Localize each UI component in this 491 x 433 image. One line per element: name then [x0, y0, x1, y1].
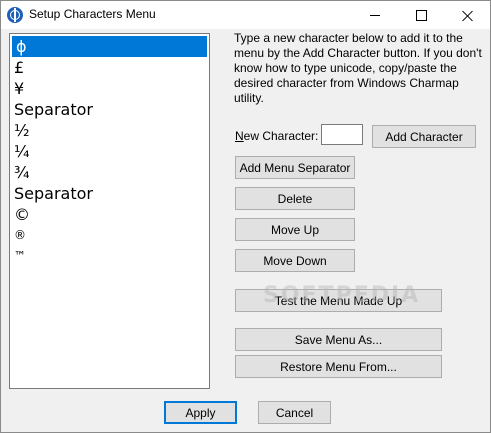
restore-menu-button[interactable]: Restore Menu From...	[235, 355, 442, 378]
list-item[interactable]: ¥	[10, 78, 209, 99]
new-character-label: New Character:	[235, 129, 318, 143]
characters-listbox[interactable]: ϕ £ ¥ Separator ½ ¼ ¾ Separator © ® ™	[9, 33, 210, 389]
list-item[interactable]: Separator	[10, 99, 209, 120]
new-character-label-mnemonic: N	[235, 129, 244, 143]
list-item[interactable]: ®	[10, 225, 209, 246]
list-item[interactable]: ¾	[10, 162, 209, 183]
move-up-button[interactable]: Move Up	[235, 218, 355, 241]
list-item[interactable]: ½	[10, 120, 209, 141]
new-character-input[interactable]	[321, 124, 363, 145]
app-phi-icon	[7, 7, 23, 23]
apply-button[interactable]: Apply	[164, 401, 237, 424]
new-character-label-rest: ew Character:	[243, 129, 319, 143]
move-down-button[interactable]: Move Down	[235, 249, 355, 272]
maximize-button[interactable]	[398, 1, 444, 29]
minimize-button[interactable]	[352, 1, 398, 29]
list-item[interactable]: ©	[10, 204, 209, 225]
minimize-icon	[370, 14, 380, 16]
save-menu-button[interactable]: Save Menu As...	[235, 328, 442, 351]
list-item[interactable]: ¼	[10, 141, 209, 162]
test-menu-button[interactable]: Test the Menu Made Up	[235, 289, 442, 312]
add-character-button[interactable]: Add Character	[372, 125, 476, 148]
list-item[interactable]: ϕ	[12, 36, 207, 57]
delete-button[interactable]: Delete	[235, 187, 355, 210]
maximize-icon	[415, 9, 427, 21]
window-title: Setup Characters Menu	[29, 7, 156, 21]
cancel-button[interactable]: Cancel	[258, 401, 331, 424]
close-button[interactable]	[444, 1, 490, 29]
list-item[interactable]: Separator	[10, 183, 209, 204]
add-menu-separator-button[interactable]: Add Menu Separator	[235, 156, 355, 179]
list-item[interactable]: £	[10, 57, 209, 78]
instructions-text: Type a new character below to add it to …	[234, 31, 482, 105]
title-bar: Setup Characters Menu	[1, 1, 490, 29]
setup-characters-window: Setup Characters Menu ϕ £ ¥ Separator ½ …	[0, 0, 491, 433]
list-item[interactable]: ™	[10, 246, 209, 267]
close-icon	[462, 10, 473, 21]
